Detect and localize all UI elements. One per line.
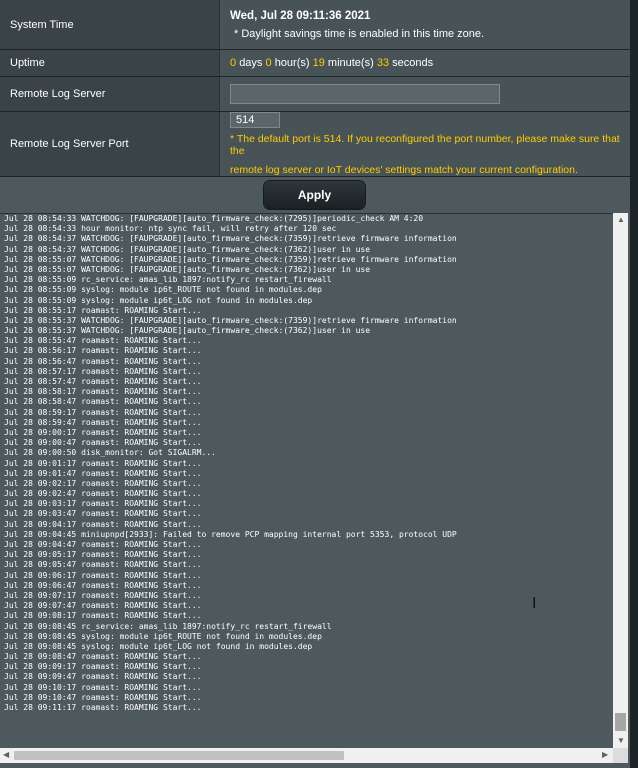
log-line: Jul 28 08:55:37 WATCHDOG: [FAUPGRADE][au…	[4, 326, 371, 336]
log-line: Jul 28 09:08:45 syslog: module ip6t_ROUT…	[4, 631, 322, 641]
uptime-value: 0 days 0 hour(s) 19 minute(s) 33 seconds	[220, 50, 630, 76]
scroll-right-arrow-icon[interactable]: ▶	[602, 750, 608, 760]
remote-log-server-port-input[interactable]	[230, 112, 280, 128]
log-line: Jul 28 09:00:50 disk_monitor: Got SIGALR…	[4, 448, 216, 458]
uptime-seconds: 33	[376, 57, 390, 69]
apply-button[interactable]: Apply	[264, 181, 365, 209]
log-line: Jul 28 08:55:17 roamast: ROAMING Start..…	[4, 305, 202, 315]
log-line: Jul 28 08:55:47 roamast: ROAMING Start..…	[4, 336, 202, 346]
log-line: Jul 28 09:04:45 miniupnpd[2933]: Failed …	[4, 529, 457, 539]
log-line: Jul 28 09:04:17 roamast: ROAMING Start..…	[4, 519, 202, 529]
log-line: Jul 28 08:54:37 WATCHDOG: [FAUPGRADE][au…	[4, 234, 457, 244]
daylight-savings-note: * Daylight savings time is enabled in th…	[234, 27, 485, 40]
uptime-days: 0	[230, 57, 237, 69]
log-line: Jul 28 09:00:47 roamast: ROAMING Start..…	[4, 438, 202, 448]
uptime-days-unit: days	[239, 57, 263, 69]
log-line: Jul 28 09:05:17 roamast: ROAMING Start..…	[4, 550, 202, 560]
system-log-textarea[interactable]: Jul 28 08:54:33 WATCHDOG: [FAUPGRADE][au…	[0, 213, 614, 749]
remote-log-server-label: Remote Log Server	[0, 77, 220, 111]
log-line: Jul 28 08:59:47 roamast: ROAMING Start..…	[4, 417, 202, 427]
log-line: Jul 28 09:01:17 roamast: ROAMING Start..…	[4, 458, 202, 468]
log-line: Jul 28 09:09:17 roamast: ROAMING Start..…	[4, 662, 202, 672]
apply-bar: Apply	[0, 177, 630, 213]
log-line: Jul 28 09:08:45 syslog: module ip6t_LOG …	[4, 641, 313, 651]
log-line: Jul 28 08:55:07 WATCHDOG: [FAUPGRADE][au…	[4, 264, 371, 274]
remote-log-server-value-cell	[220, 77, 630, 111]
log-line: Jul 28 09:01:47 roamast: ROAMING Start..…	[4, 468, 202, 478]
log-line: Jul 28 09:08:45 rc_service: amas_lib 189…	[4, 621, 332, 631]
uptime-hours-unit: hour(s)	[274, 57, 310, 69]
remote-log-server-input[interactable]	[230, 84, 500, 104]
remote-log-server-port-value-cell: * The default port is 514. If you reconf…	[220, 112, 630, 176]
horizontal-scroll-thumb[interactable]	[14, 751, 344, 760]
log-line: Jul 28 09:02:17 roamast: ROAMING Start..…	[4, 478, 202, 488]
log-line: Jul 28 08:58:17 roamast: ROAMING Start..…	[4, 387, 202, 397]
scrollbar-corner	[613, 748, 628, 763]
log-horizontal-scrollbar[interactable]: ◀ ▶	[0, 748, 613, 763]
scroll-down-arrow-icon[interactable]: ▼	[617, 736, 625, 746]
log-line: Jul 28 09:03:17 roamast: ROAMING Start..…	[4, 499, 202, 509]
log-line: Jul 28 09:07:47 roamast: ROAMING Start..…	[4, 601, 202, 611]
remote-log-server-port-row: Remote Log Server Port * The default por…	[0, 112, 630, 177]
log-line: Jul 28 08:55:37 WATCHDOG: [FAUPGRADE][au…	[4, 315, 457, 325]
log-line: Jul 28 08:59:17 roamast: ROAMING Start..…	[4, 407, 202, 417]
log-line: Jul 28 09:10:17 roamast: ROAMING Start..…	[4, 682, 202, 692]
log-line: Jul 28 09:07:17 roamast: ROAMING Start..…	[4, 590, 202, 600]
log-line: Jul 28 08:55:09 syslog: module ip6t_ROUT…	[4, 285, 322, 295]
log-line: Jul 28 08:58:47 roamast: ROAMING Start..…	[4, 397, 202, 407]
uptime-hours: 0	[265, 57, 272, 69]
settings-panel: System Time Wed, Jul 28 09:11:36 2021 * …	[0, 0, 630, 768]
log-line: Jul 28 09:04:47 roamast: ROAMING Start..…	[4, 540, 202, 549]
log-line: Jul 28 09:02:47 roamast: ROAMING Start..…	[4, 489, 202, 499]
vertical-scroll-thumb[interactable]	[615, 713, 626, 731]
uptime-row: Uptime 0 days 0 hour(s) 19 minute(s) 33 …	[0, 50, 630, 77]
port-note-line-2: remote log server or IoT devices' settin…	[230, 164, 578, 176]
log-line: Jul 28 09:10:47 roamast: ROAMING Start..…	[4, 692, 202, 702]
log-line: Jul 28 08:56:17 roamast: ROAMING Start..…	[4, 346, 202, 356]
log-line: Jul 28 08:57:17 roamast: ROAMING Start..…	[4, 366, 202, 376]
log-line: Jul 28 08:55:09 syslog: module ip6t_LOG …	[4, 295, 313, 305]
uptime-seconds-unit: seconds	[392, 57, 434, 69]
log-line: Jul 28 09:05:47 roamast: ROAMING Start..…	[4, 560, 202, 570]
remote-log-server-row: Remote Log Server	[0, 77, 630, 112]
remote-log-server-port-label: Remote Log Server Port	[0, 112, 220, 176]
log-line: Jul 28 09:08:17 roamast: ROAMING Start..…	[4, 611, 202, 621]
log-line: Jul 28 09:00:17 roamast: ROAMING Start..…	[4, 427, 202, 437]
log-line: Jul 28 08:57:47 roamast: ROAMING Start..…	[4, 377, 202, 386]
system-time-label: System Time	[0, 0, 220, 49]
system-time-row: System Time Wed, Jul 28 09:11:36 2021 * …	[0, 0, 630, 50]
scroll-left-arrow-icon[interactable]: ◀	[3, 750, 9, 760]
log-line: Jul 28 09:03:47 roamast: ROAMING Start..…	[4, 509, 202, 519]
system-time-value-cell: Wed, Jul 28 09:11:36 2021 * Daylight sav…	[220, 0, 630, 49]
scroll-up-arrow-icon[interactable]: ▲	[617, 215, 625, 225]
text-cursor-icon: I	[532, 594, 537, 612]
log-line: Jul 28 09:11:17 roamast: ROAMING Start..…	[4, 703, 202, 712]
log-line: Jul 28 09:09:47 roamast: ROAMING Start..…	[4, 672, 202, 682]
log-line: Jul 28 08:54:33 hour monitor: ntp sync f…	[4, 224, 337, 234]
uptime-label: Uptime	[0, 50, 220, 76]
port-note-line-1: * The default port is 514. If you reconf…	[230, 133, 620, 157]
log-line: Jul 28 08:56:47 roamast: ROAMING Start..…	[4, 356, 202, 366]
log-line: Jul 28 08:55:09 rc_service: amas_lib 189…	[4, 275, 332, 285]
log-line: Jul 28 09:08:47 roamast: ROAMING Start..…	[4, 652, 202, 662]
log-line: Jul 28 09:06:17 roamast: ROAMING Start..…	[4, 570, 202, 580]
log-line: Jul 28 08:54:33 WATCHDOG: [FAUPGRADE][au…	[4, 214, 424, 223]
log-line: Jul 28 09:06:47 roamast: ROAMING Start..…	[4, 580, 202, 590]
system-time-value: Wed, Jul 28 09:11:36 2021	[230, 9, 371, 22]
uptime-minutes-unit: minute(s)	[327, 57, 374, 69]
log-line: Jul 28 08:55:07 WATCHDOG: [FAUPGRADE][au…	[4, 254, 457, 264]
log-vertical-scrollbar[interactable]: ▲ ▼	[613, 213, 628, 748]
uptime-minutes: 19	[312, 57, 325, 69]
log-line: Jul 28 08:54:37 WATCHDOG: [FAUPGRADE][au…	[4, 244, 371, 254]
